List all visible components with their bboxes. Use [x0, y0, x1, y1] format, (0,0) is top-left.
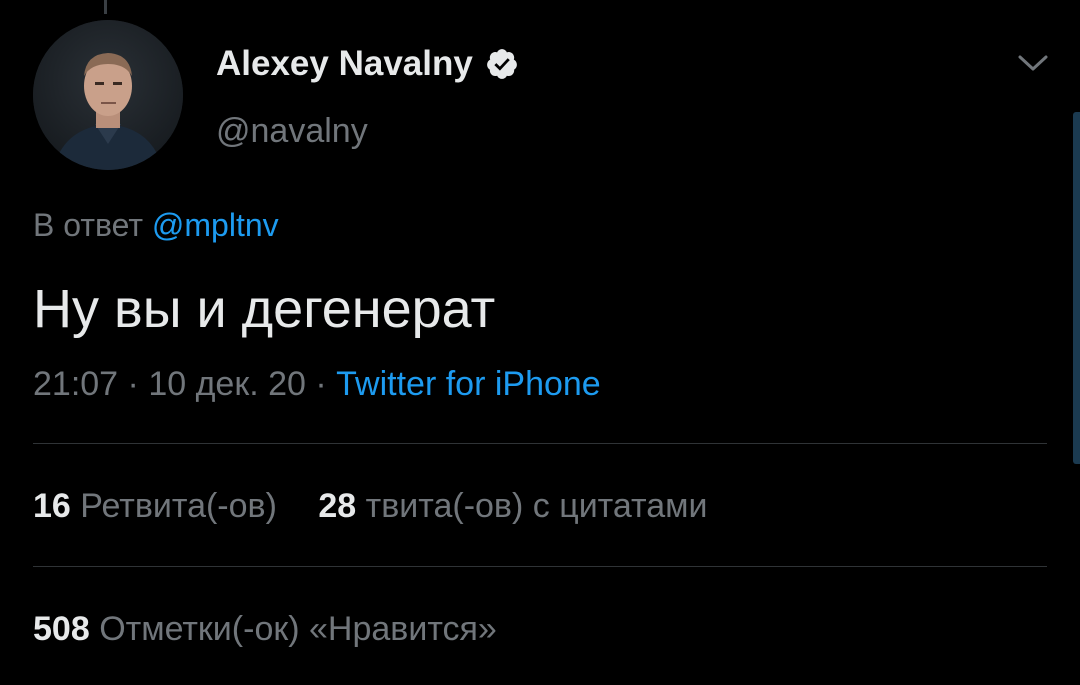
- profile-photo: [33, 20, 183, 170]
- tweet-meta: 21:07 · 10 дек. 20 · Twitter for iPhone: [33, 365, 601, 404]
- likes-stat[interactable]: 508 Отметки(-ок) «Нравится»: [33, 610, 497, 649]
- avatar[interactable]: [33, 20, 183, 170]
- thread-connector-line: [104, 0, 107, 14]
- retweets-stat[interactable]: 16 Ретвита(-ов): [33, 487, 277, 526]
- author-name-text: Alexey Navalny: [216, 44, 473, 83]
- likes-label: Отметки(-ок) «Нравится»: [99, 610, 497, 648]
- author-handle[interactable]: @navalny: [216, 112, 368, 151]
- divider: [33, 443, 1047, 444]
- tweet-text: Ну вы и дегенерат: [33, 279, 496, 339]
- reply-context-prefix: В ответ: [33, 207, 144, 243]
- author-name[interactable]: Alexey Navalny: [216, 44, 519, 84]
- reply-context: В ответ @mpltnv: [33, 207, 279, 244]
- reply-mention-link[interactable]: @mpltnv: [152, 207, 279, 243]
- retweets-count: 16: [33, 487, 71, 525]
- chevron-down-icon[interactable]: [1014, 48, 1052, 78]
- tweet-source-link[interactable]: Twitter for iPhone: [336, 365, 601, 403]
- meta-separator: ·: [118, 365, 149, 403]
- tweet-date[interactable]: 10 дек. 20: [148, 365, 306, 403]
- retweets-label: Ретвита(-ов): [80, 487, 277, 525]
- quotes-count: 28: [318, 487, 357, 525]
- quotes-stat[interactable]: 28 твита(-ов) с цитатами: [318, 487, 707, 526]
- likes-count: 508: [33, 610, 90, 648]
- tweet-time[interactable]: 21:07: [33, 365, 118, 403]
- quotes-label: твита(-ов) с цитатами: [365, 487, 708, 525]
- meta-separator: ·: [305, 365, 337, 403]
- stats-row: 508 Отметки(-ок) «Нравится»: [33, 610, 497, 649]
- verified-badge-icon: [485, 47, 519, 81]
- divider: [33, 566, 1047, 567]
- stats-row: 16 Ретвита(-ов) 28 твита(-ов) с цитатами: [33, 487, 708, 526]
- scrollbar[interactable]: [1073, 112, 1080, 464]
